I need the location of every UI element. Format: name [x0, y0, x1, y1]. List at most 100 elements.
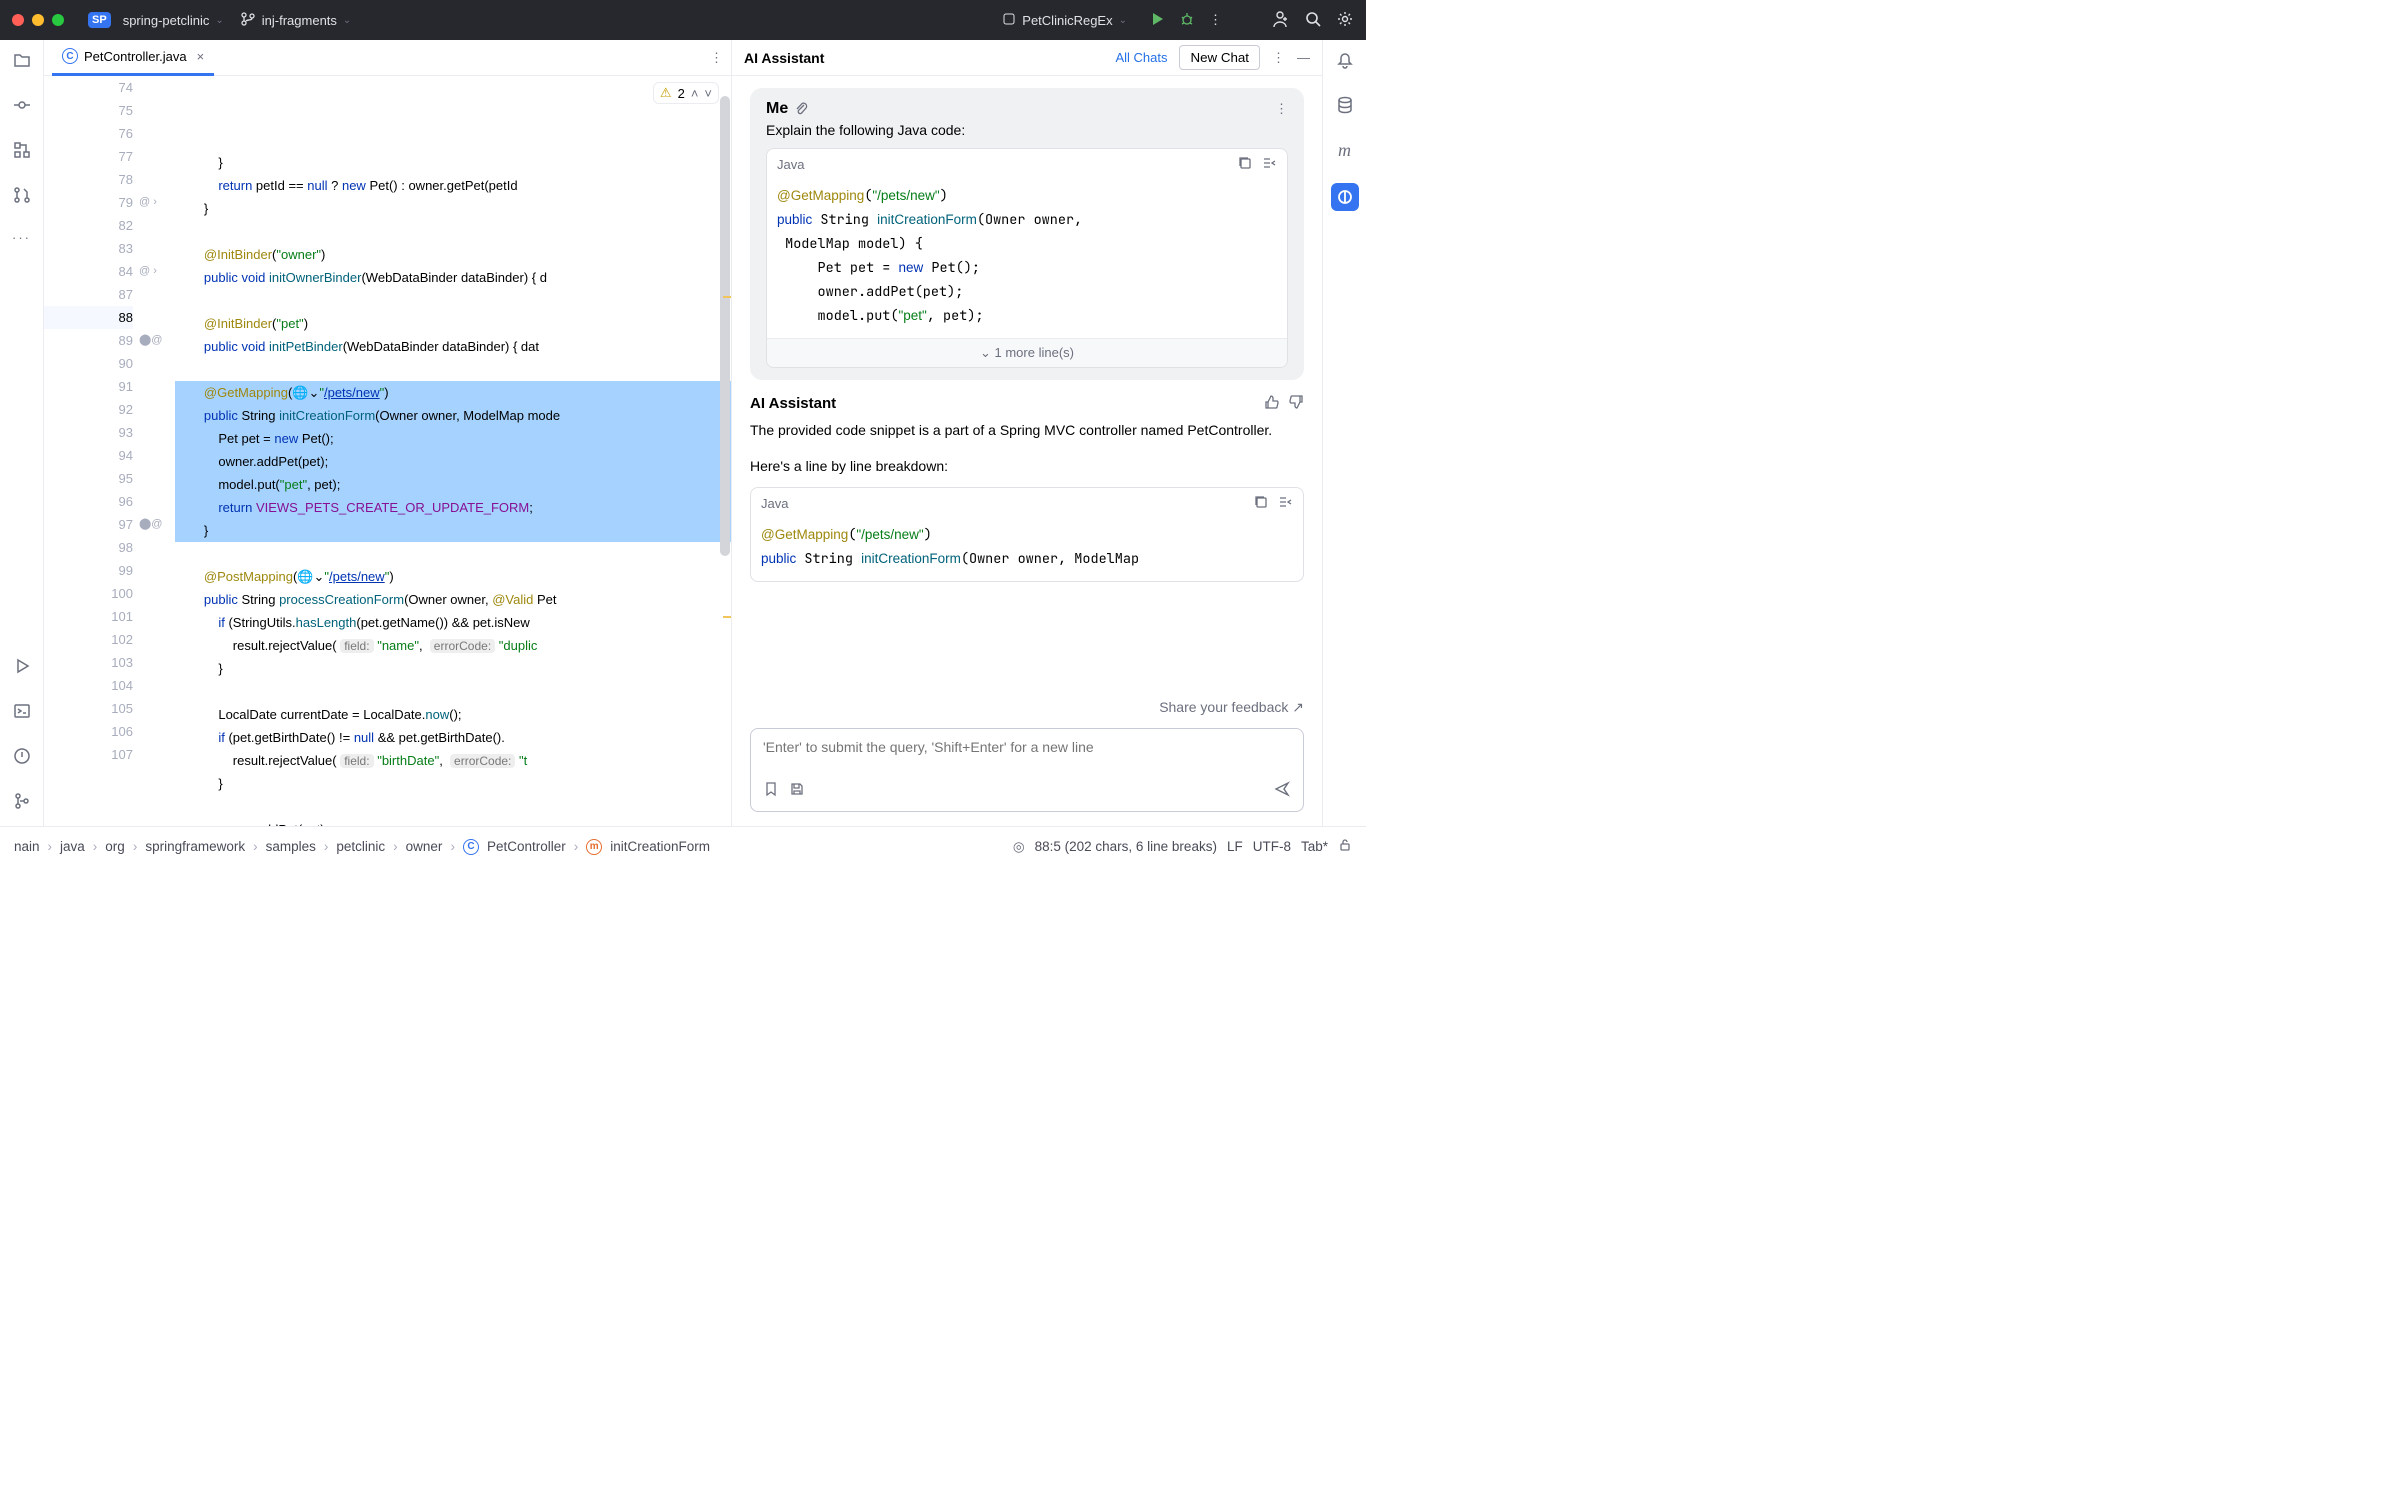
marker-warning[interactable] — [723, 296, 731, 298]
user-message-text: Explain the following Java code: — [766, 122, 1288, 138]
caret-position[interactable]: 88:5 (202 chars, 6 line breaks) — [1035, 839, 1217, 854]
project-name: spring-petclinic — [123, 13, 210, 28]
assistant-header: AI Assistant All Chats New Chat ⋮ — — [732, 40, 1322, 76]
project-selector[interactable]: SP spring-petclinic ⌄ — [80, 8, 232, 32]
chevron-down-icon: ⌄ — [343, 15, 351, 26]
insert-code-icon[interactable] — [1277, 494, 1293, 513]
branch-selector[interactable]: inj-fragments ⌄ — [232, 7, 360, 34]
user-label: Me — [766, 100, 788, 118]
scrollbar-thumb[interactable] — [720, 96, 730, 556]
prev-highlight-icon[interactable]: ˄ — [691, 86, 699, 101]
vcs-tool-icon[interactable] — [12, 791, 32, 814]
code-area[interactable]: } return petId == null ? new Pet() : own… — [175, 76, 731, 826]
close-tab-icon[interactable]: × — [197, 49, 205, 64]
code-with-me-icon[interactable] — [1270, 9, 1290, 32]
editor[interactable]: ⚠ 2 ˄ ˅ 74757677787982838487888990919293… — [44, 76, 731, 826]
chevron-down-icon: ⌄ — [215, 15, 223, 26]
statusbar: nain›java›org›springframework›samples›pe… — [0, 826, 1366, 866]
breadcrumb-item[interactable]: PetController — [487, 839, 566, 854]
code-lang-label: Java — [761, 496, 788, 511]
gutter[interactable]: 7475767778798283848788899091929394959697… — [44, 76, 139, 826]
breadcrumb-item[interactable]: java — [60, 839, 85, 854]
ai-assistant-tool-icon[interactable] — [1331, 183, 1359, 211]
assistant-textarea[interactable] — [763, 739, 1291, 771]
run-tool-icon[interactable] — [12, 656, 32, 679]
breadcrumb-item[interactable]: owner — [406, 839, 443, 854]
more-actions-icon[interactable]: ⋮ — [1209, 12, 1222, 28]
send-icon[interactable] — [1273, 780, 1291, 801]
line-separator[interactable]: LF — [1227, 839, 1243, 854]
run-config-selector[interactable]: PetClinicRegEx ⌄ — [994, 8, 1135, 33]
attachment-icon[interactable] — [794, 101, 808, 118]
breadcrumb-item[interactable]: initCreationForm — [610, 839, 710, 854]
maven-tool-icon[interactable]: m — [1338, 140, 1351, 161]
assistant-code-content: @GetMapping("/pets/new") public String i… — [751, 519, 1303, 581]
more-tools-icon[interactable]: ··· — [12, 230, 31, 245]
terminal-tool-icon[interactable] — [12, 701, 32, 724]
breadcrumb-item[interactable]: springframework — [145, 839, 245, 854]
new-chat-button[interactable]: New Chat — [1179, 45, 1260, 70]
warning-icon: ⚠ — [660, 85, 672, 101]
bookmark-icon[interactable] — [763, 781, 779, 800]
breadcrumb-item[interactable]: org — [105, 839, 125, 854]
minimize-assistant-icon[interactable]: — — [1297, 50, 1310, 65]
assistant-code-block: Java @GetMapping("/pets/new") public Str… — [750, 487, 1304, 582]
branch-icon — [240, 11, 256, 30]
breadcrumb-item[interactable]: nain — [14, 839, 40, 854]
user-code-block: Java @GetMapping("/pets/new") public Str… — [766, 148, 1288, 368]
code-lang-label: Java — [777, 157, 804, 172]
feedback-link[interactable]: Share your feedback ↗ — [732, 693, 1322, 722]
warning-count: 2 — [678, 86, 685, 101]
breadcrumb-item[interactable]: samples — [266, 839, 316, 854]
save-icon[interactable] — [789, 781, 805, 800]
search-icon[interactable] — [1304, 10, 1322, 31]
tab-petcontroller[interactable]: C PetController.java × — [52, 40, 214, 76]
next-highlight-icon[interactable]: ˅ — [704, 86, 712, 101]
chevron-down-icon: ⌄ — [1119, 15, 1127, 26]
run-config-name: PetClinicRegEx — [1022, 13, 1112, 28]
assistant-message: AI Assistant The provided code snippet i… — [750, 394, 1304, 582]
project-badge: SP — [88, 12, 111, 28]
problems-tool-icon[interactable] — [12, 746, 32, 769]
pull-requests-icon[interactable] — [12, 185, 32, 208]
expand-code-link[interactable]: ⌄ 1 more line(s) — [767, 338, 1287, 367]
tab-actions-icon[interactable]: ⋮ — [710, 50, 723, 66]
window-controls — [12, 14, 64, 26]
assistant-text-1: The provided code snippet is a part of a… — [750, 419, 1304, 441]
right-toolbar: m — [1322, 40, 1366, 826]
project-tool-icon[interactable] — [12, 50, 32, 73]
ai-assistant-pane: AI Assistant All Chats New Chat ⋮ — Me ⋮… — [732, 40, 1322, 826]
editor-tabs: C PetController.java × ⋮ — [44, 40, 731, 76]
debug-button[interactable] — [1179, 11, 1195, 30]
assistant-body: Me ⋮ Explain the following Java code: Ja… — [732, 76, 1322, 693]
all-chats-link[interactable]: All Chats — [1115, 50, 1167, 65]
file-encoding[interactable]: UTF-8 — [1253, 839, 1291, 854]
editor-pane: C PetController.java × ⋮ ⚠ 2 ˄ ˅ 7475767… — [44, 40, 732, 826]
commit-tool-icon[interactable] — [12, 95, 32, 118]
readonly-lock-icon[interactable] — [1338, 838, 1352, 855]
database-tool-icon[interactable] — [1335, 95, 1355, 118]
inspections-widget[interactable]: ⚠ 2 ˄ ˅ — [653, 82, 719, 104]
indent-setting[interactable]: Tab* — [1301, 839, 1328, 854]
spiral-icon[interactable]: ◎ — [1013, 839, 1025, 855]
assistant-input[interactable] — [750, 728, 1304, 812]
maximize-window-icon[interactable] — [52, 14, 64, 26]
settings-icon[interactable] — [1336, 10, 1354, 31]
thumbs-down-icon[interactable] — [1288, 394, 1304, 413]
minimize-window-icon[interactable] — [32, 14, 44, 26]
thumbs-up-icon[interactable] — [1264, 394, 1280, 413]
left-toolbar: ··· — [0, 40, 44, 826]
breadcrumbs[interactable]: nain›java›org›springframework›samples›pe… — [14, 839, 710, 855]
notifications-icon[interactable] — [1335, 50, 1355, 73]
assistant-title: AI Assistant — [744, 50, 824, 66]
marker-warning[interactable] — [723, 616, 731, 618]
run-button[interactable] — [1149, 11, 1165, 30]
structure-tool-icon[interactable] — [12, 140, 32, 163]
insert-code-icon[interactable] — [1261, 155, 1277, 174]
copy-code-icon[interactable] — [1253, 494, 1269, 513]
close-window-icon[interactable] — [12, 14, 24, 26]
copy-code-icon[interactable] — [1237, 155, 1253, 174]
breadcrumb-item[interactable]: petclinic — [336, 839, 385, 854]
assistant-menu-icon[interactable]: ⋮ — [1272, 50, 1285, 66]
message-menu-icon[interactable]: ⋮ — [1275, 101, 1288, 117]
